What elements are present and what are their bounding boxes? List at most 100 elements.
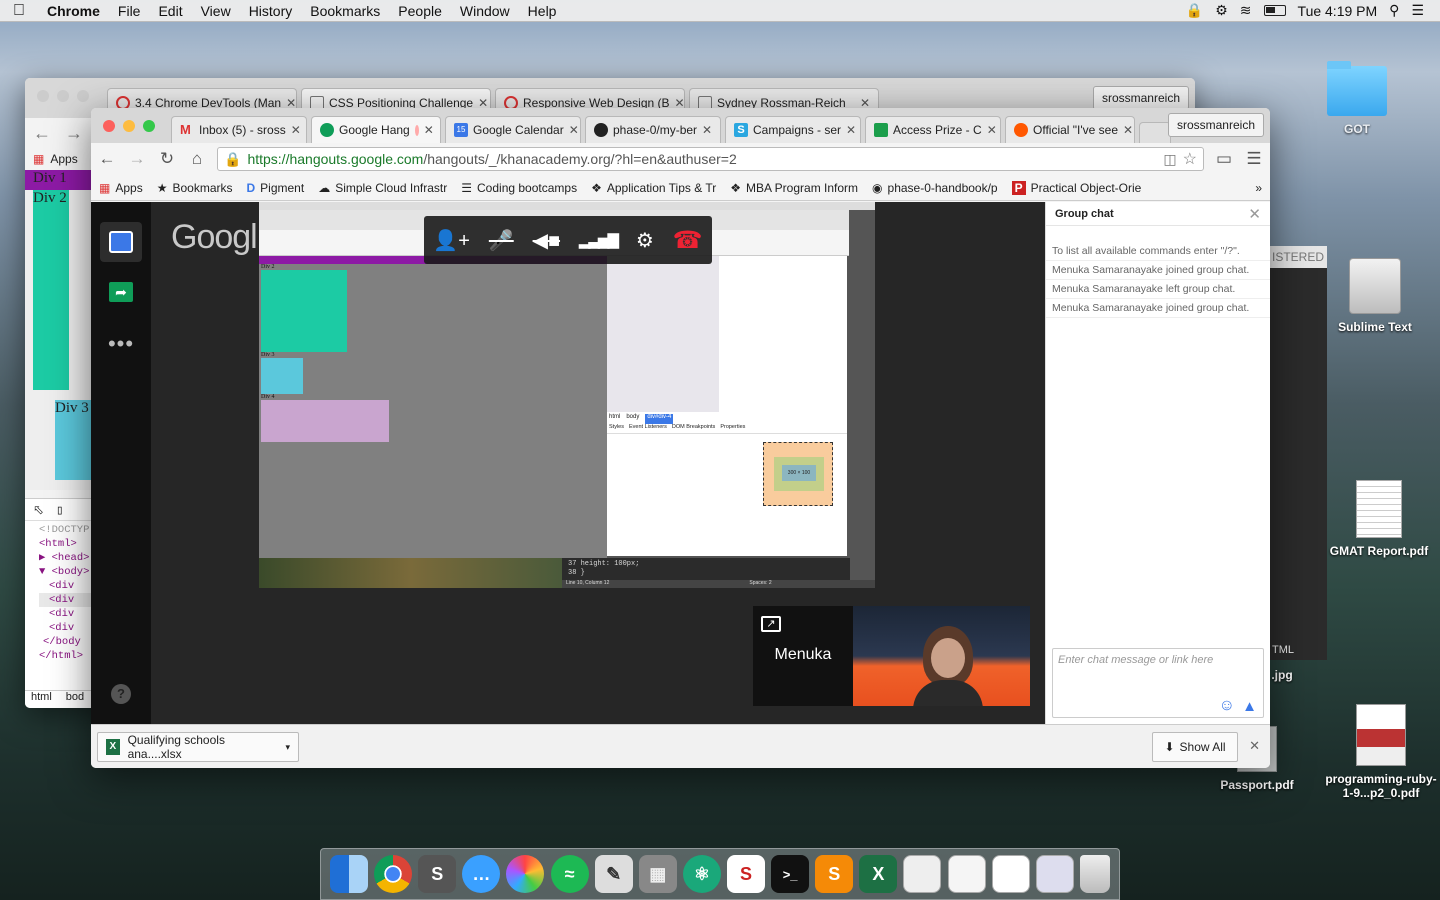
- spreadsheet-thumbnail-icon[interactable]: [947, 855, 986, 893]
- signal-bars-icon[interactable]: ▂▃▅▇: [579, 231, 619, 249]
- profile-button[interactable]: srossmanreich: [1167, 113, 1264, 137]
- close-icon[interactable]: ✕: [291, 123, 301, 137]
- mute-microphone-icon[interactable]: 🎤: [489, 228, 514, 253]
- close-icon[interactable]: ✕: [1248, 205, 1261, 223]
- bookmark-simple-cloud[interactable]: ☁ Simple Cloud Infrastr: [318, 181, 447, 195]
- bookmark-pigment[interactable]: D Pigment: [247, 181, 305, 195]
- menu-bookmarks[interactable]: Bookmarks: [301, 3, 389, 19]
- wifi-icon[interactable]: ≋: [1240, 2, 1252, 19]
- tab-campaigns[interactable]: S Campaigns - ser ✕: [725, 116, 861, 143]
- gear-status-icon[interactable]: ⚙: [1215, 2, 1228, 19]
- bookmark-application-tips[interactable]: ❖ Application Tips & Tr: [591, 181, 716, 195]
- dom-line[interactable]: <div: [39, 621, 91, 635]
- chevron-down-icon[interactable]: ▾: [285, 742, 290, 753]
- show-all-button[interactable]: ⬇ Show All: [1152, 732, 1238, 762]
- camera-off-icon[interactable]: ◀■: [533, 228, 560, 253]
- back-arrow-icon[interactable]: ←: [97, 149, 117, 169]
- menu-edit[interactable]: Edit: [149, 3, 191, 19]
- home-icon[interactable]: ⌂: [187, 149, 207, 169]
- battery-icon[interactable]: [1263, 5, 1286, 16]
- forward-arrow-icon[interactable]: →: [127, 149, 147, 169]
- terminal-icon[interactable]: >_: [771, 855, 810, 893]
- photos-icon[interactable]: [506, 855, 545, 893]
- minimize-button[interactable]: [123, 120, 135, 132]
- tab-gmail[interactable]: M Inbox (5) - sross ✕: [171, 116, 307, 143]
- atom-icon[interactable]: ⚛: [682, 855, 721, 893]
- menu-help[interactable]: Help: [519, 3, 566, 19]
- forward-arrow-icon[interactable]: →: [65, 123, 83, 144]
- download-item[interactable]: X Qualifying schools ana....xlsx ▾: [97, 732, 299, 762]
- device-icon[interactable]: ▯: [56, 503, 64, 518]
- zoom-button[interactable]: [143, 120, 155, 132]
- trash-icon[interactable]: [1079, 855, 1110, 893]
- spotlight-icon[interactable]: ⚲: [1389, 2, 1399, 19]
- lock-icon[interactable]: 🔒: [1186, 2, 1203, 19]
- bookmark-mba-program[interactable]: ❖ MBA Program Inform: [730, 181, 858, 195]
- settings-gear-icon[interactable]: ⚙: [636, 228, 654, 253]
- menu-window[interactable]: Window: [451, 3, 519, 19]
- clock[interactable]: Tue 4:19 PM: [1298, 3, 1378, 19]
- messages-icon[interactable]: …: [462, 855, 501, 893]
- cast-icon[interactable]: ▭: [1214, 149, 1234, 169]
- add-image-icon[interactable]: ▲: [1242, 698, 1257, 715]
- close-icon[interactable]: ✕: [846, 123, 856, 137]
- close-icon[interactable]: ✕: [1249, 738, 1260, 754]
- tab-access-prize[interactable]: Access Prize - C ✕: [865, 116, 1001, 143]
- bookmark-apps[interactable]: Apps: [50, 152, 77, 166]
- chrome-icon[interactable]: [374, 855, 413, 893]
- tab-official[interactable]: Official "I've see ✕: [1005, 116, 1135, 143]
- close-icon[interactable]: ✕: [702, 123, 712, 137]
- close-icon[interactable]: ✕: [424, 123, 434, 137]
- bookmark-coding-bootcamps[interactable]: ☰ Coding bootcamps: [461, 181, 577, 195]
- chat-input[interactable]: Enter chat message or link here ☺ ▲: [1052, 648, 1264, 718]
- dom-line[interactable]: <!DOCTYP: [39, 523, 91, 537]
- emoji-icon[interactable]: ☺: [1219, 697, 1235, 715]
- back-profile-button[interactable]: srossmanreich: [1092, 86, 1189, 110]
- close-icon[interactable]: ✕: [569, 123, 579, 137]
- menu-icon[interactable]: ☰: [1244, 149, 1264, 169]
- sublime-text-icon[interactable]: S: [815, 855, 854, 893]
- window-thumbnail-icon[interactable]: [991, 855, 1030, 893]
- dom-line[interactable]: <div: [39, 593, 91, 607]
- reload-icon[interactable]: ↻: [157, 149, 177, 169]
- dom-line[interactable]: </body: [39, 635, 91, 649]
- zoom-button[interactable]: [77, 90, 89, 102]
- menu-app-name[interactable]: Chrome: [38, 3, 109, 19]
- screenshare-icon[interactable]: ➦: [100, 272, 142, 312]
- bookmark-practical-object[interactable]: P Practical Object-Orie: [1011, 180, 1141, 195]
- minimize-button[interactable]: [57, 90, 69, 102]
- back-arrow-icon[interactable]: ←: [33, 123, 51, 144]
- bookmark-star-icon[interactable]: ☆: [1183, 149, 1197, 169]
- apple-icon[interactable]: : [0, 2, 38, 20]
- spotify-icon[interactable]: ≈: [550, 855, 589, 893]
- dom-line[interactable]: <div: [39, 579, 91, 593]
- calculator-icon[interactable]: ▦: [638, 855, 677, 893]
- dom-line[interactable]: ▶ <head>: [39, 551, 91, 565]
- tab-github[interactable]: phase-0/my-ber ✕: [585, 116, 721, 143]
- address-bar[interactable]: 🔒 https://hangouts.google.com/hangouts/_…: [217, 147, 1204, 171]
- crumb-body[interactable]: bod: [66, 691, 84, 708]
- desktop-icon-programming-ruby[interactable]: programming-ruby-1-9...p2_0.pdf: [1322, 704, 1440, 800]
- inspect-icon[interactable]: ⬁: [33, 503, 44, 518]
- add-person-icon[interactable]: 👤+: [433, 228, 470, 253]
- participant-video[interactable]: [853, 606, 1030, 706]
- camera-icon[interactable]: ◫: [1163, 151, 1176, 168]
- desktop-icon-sublime-text[interactable]: Sublime Text: [1320, 258, 1430, 334]
- sketch-s-icon[interactable]: S: [418, 855, 457, 893]
- help-icon[interactable]: ?: [100, 674, 142, 714]
- close-button[interactable]: [37, 90, 49, 102]
- desktop-icon-gmat-report[interactable]: GMAT Report.pdf: [1324, 480, 1434, 558]
- bookmark-phase-0-handbook[interactable]: ◉ phase-0-handbook/p: [872, 181, 998, 195]
- close-icon[interactable]: ✕: [987, 123, 997, 137]
- menu-view[interactable]: View: [192, 3, 240, 19]
- participant-tile[interactable]: ↗ Menuka: [753, 606, 853, 706]
- finder-icon[interactable]: [330, 855, 369, 893]
- new-tab-button[interactable]: [1139, 122, 1171, 143]
- crumb-html[interactable]: html: [31, 691, 52, 708]
- end-call-icon[interactable]: ☎: [673, 226, 703, 255]
- slides-icon[interactable]: S: [727, 855, 766, 893]
- chat-icon[interactable]: [100, 222, 142, 262]
- notification-center-icon[interactable]: ☰: [1411, 2, 1424, 19]
- tab-calendar[interactable]: 15 Google Calendar ✕: [445, 116, 581, 143]
- menu-file[interactable]: File: [109, 3, 150, 19]
